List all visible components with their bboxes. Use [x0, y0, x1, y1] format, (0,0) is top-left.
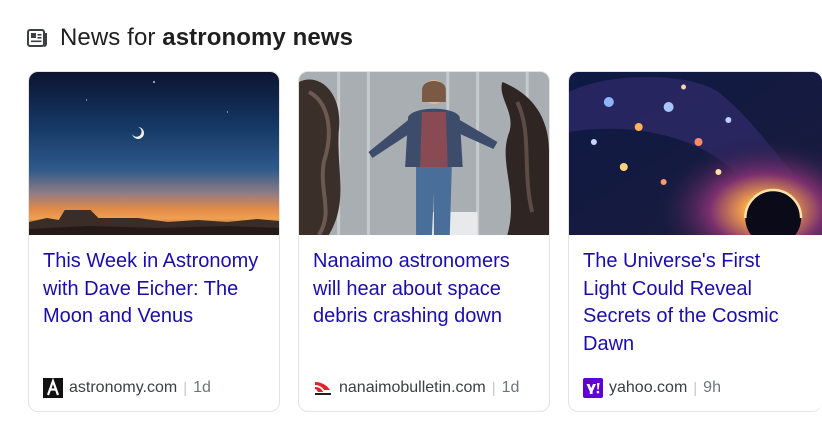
separator: | — [491, 379, 496, 397]
news-section-header: News for astronomy news — [26, 22, 353, 54]
space-debris-photo[interactable] — [299, 72, 549, 235]
section-title: News for astronomy news — [60, 24, 353, 52]
astronomy-logo-icon — [43, 378, 63, 398]
yahoo-logo-icon — [583, 378, 603, 398]
published-age: 1d — [501, 379, 520, 396]
separator: | — [693, 379, 698, 397]
nanaimo-bulletin-logo-icon — [315, 382, 331, 395]
published-age: 9h — [703, 379, 721, 396]
search-query: astronomy news — [162, 24, 354, 51]
news-source: astronomy.com | 1d — [43, 377, 211, 399]
news-card-nanaimo[interactable]: Nanaimo astronomers will hear about spac… — [298, 71, 550, 412]
news-carousel: News for astronomy news This Week in Ast… — [0, 0, 822, 427]
cosmic-dawn-illustration[interactable] — [569, 72, 822, 235]
header-prefix: News for — [60, 24, 163, 51]
news-headline[interactable]: Nanaimo astronomers will hear about spac… — [313, 248, 535, 331]
published-age: 1d — [193, 379, 211, 396]
news-card-yahoo[interactable]: The Universe's First Light Could Reveal … — [568, 71, 822, 412]
news-card-astronomy[interactable]: This Week in Astronomy with Dave Eicher:… — [28, 71, 280, 412]
newspaper-icon — [27, 29, 47, 47]
news-source: nanaimobulletin.com | 1d — [313, 377, 519, 399]
source-name: yahoo.com — [609, 379, 688, 396]
source-name: astronomy.com — [69, 379, 178, 396]
twilight-moon-venus-image[interactable] — [29, 72, 279, 235]
news-source: yahoo.com | 9h — [583, 377, 721, 399]
source-name: nanaimobulletin.com — [339, 379, 486, 396]
news-headline[interactable]: The Universe's First Light Could Reveal … — [583, 248, 808, 358]
news-headline[interactable]: This Week in Astronomy with Dave Eicher:… — [43, 248, 265, 331]
separator: | — [183, 379, 188, 397]
